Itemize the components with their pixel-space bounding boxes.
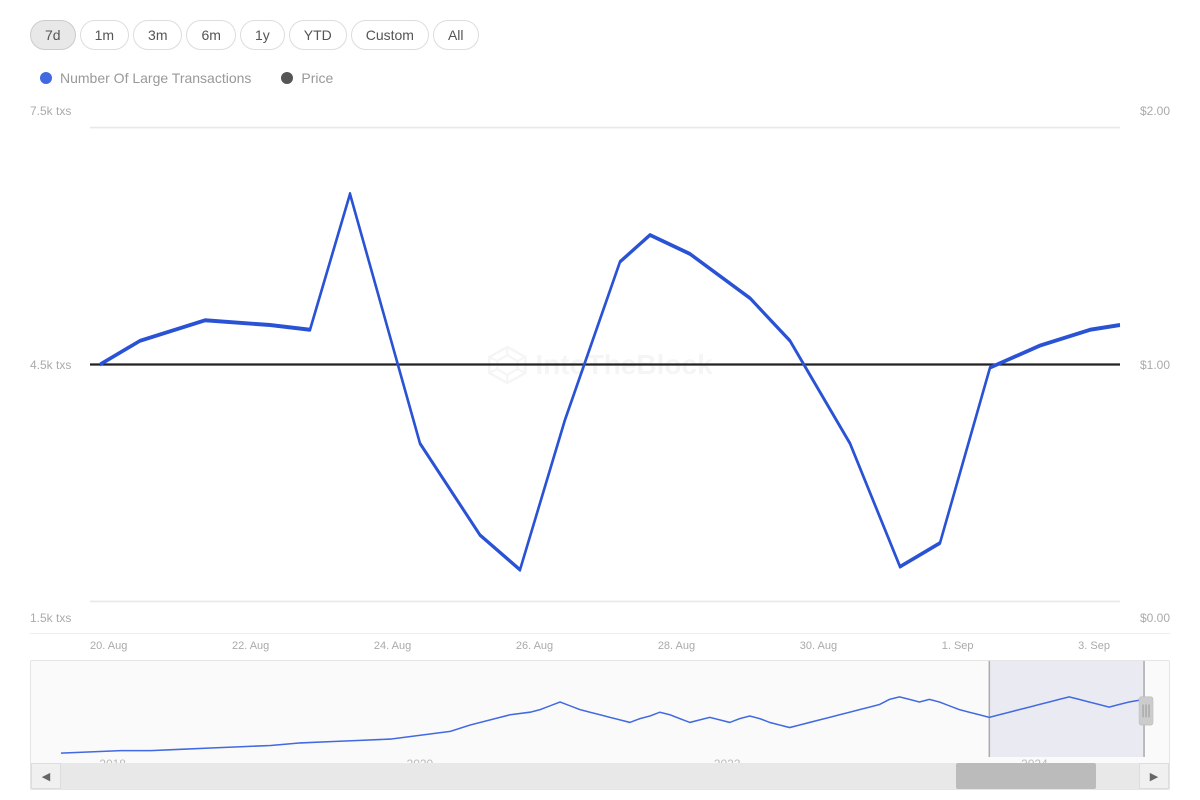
chart-wrapper: IntoTheBlock 7.5k txs 4.5k txs 1.5k txs … — [30, 96, 1170, 790]
btn-custom[interactable]: Custom — [351, 20, 429, 50]
time-range-selector: 7d 1m 3m 6m 1y YTD Custom All — [30, 20, 1170, 50]
legend-price: Price — [281, 70, 333, 86]
btn-all[interactable]: All — [433, 20, 479, 50]
navigator-chart[interactable]: 2018 2020 2022 2024 ◀ ▶ — [30, 660, 1170, 790]
nav-scroll-left-btn[interactable]: ◀ — [31, 763, 61, 789]
main-chart-svg — [30, 96, 1170, 633]
x-label-7: 3. Sep — [1078, 640, 1110, 652]
legend-dot-transactions — [40, 72, 52, 84]
btn-7d[interactable]: 7d — [30, 20, 76, 50]
main-chart-area: IntoTheBlock 7.5k txs 4.5k txs 1.5k txs … — [30, 96, 1170, 634]
x-axis: 20. Aug 22. Aug 24. Aug 26. Aug 28. Aug … — [30, 634, 1170, 656]
btn-ytd[interactable]: YTD — [289, 20, 347, 50]
chart-legend: Number Of Large Transactions Price — [30, 70, 1170, 86]
x-label-5: 30. Aug — [800, 640, 837, 652]
nav-scroll-right-btn[interactable]: ▶ — [1139, 763, 1169, 789]
main-container: 7d 1m 3m 6m 1y YTD Custom All Number Of … — [0, 0, 1200, 800]
transactions-line — [100, 194, 1120, 570]
legend-label-transactions: Number Of Large Transactions — [60, 70, 251, 86]
nav-line — [61, 697, 1144, 753]
arrow-right-icon: ▶ — [1150, 770, 1158, 783]
arrow-left-icon: ◀ — [42, 770, 50, 783]
x-label-3: 26. Aug — [516, 640, 553, 652]
x-label-0: 20. Aug — [90, 640, 127, 652]
btn-3m[interactable]: 3m — [133, 20, 182, 50]
legend-dot-price — [281, 72, 293, 84]
btn-1m[interactable]: 1m — [80, 20, 129, 50]
x-label-1: 22. Aug — [232, 640, 269, 652]
legend-label-price: Price — [301, 70, 333, 86]
nav-scrollbar-track[interactable] — [61, 763, 1139, 789]
x-label-6: 1. Sep — [942, 640, 974, 652]
legend-transactions: Number Of Large Transactions — [40, 70, 251, 86]
x-label-4: 28. Aug — [658, 640, 695, 652]
nav-scrollbar-thumb[interactable] — [956, 763, 1096, 789]
x-label-2: 24. Aug — [374, 640, 411, 652]
btn-1y[interactable]: 1y — [240, 20, 285, 50]
btn-6m[interactable]: 6m — [186, 20, 235, 50]
